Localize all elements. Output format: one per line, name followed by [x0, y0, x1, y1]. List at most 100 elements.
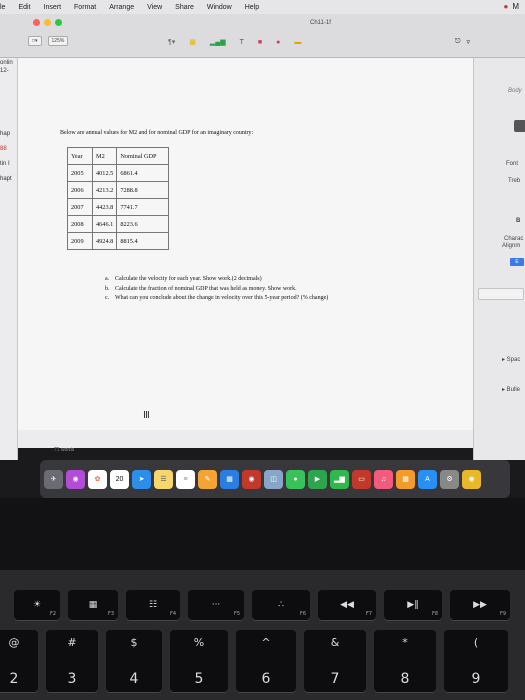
page-thumbnails-sidebar[interactable]: onlin 12- hap 88 tin I hapt: [0, 58, 18, 460]
window-controls: [33, 19, 62, 26]
format-panel-icon[interactable]: ▿: [467, 38, 471, 46]
word-count: 71 words: [54, 447, 74, 453]
table-cell[interactable]: 2008: [67, 215, 93, 233]
tv-icon[interactable]: ▭: [352, 469, 371, 489]
f3-key[interactable]: ▦ F3: [68, 590, 118, 620]
laptop-bezel: [0, 498, 525, 570]
question-number: b.: [105, 285, 110, 292]
menu-file[interactable]: le: [0, 4, 5, 11]
menu-help[interactable]: Help: [245, 4, 259, 11]
key-8[interactable]: * 8: [374, 630, 436, 692]
key-number: 8: [400, 671, 410, 687]
menu-window[interactable]: Window: [207, 4, 232, 11]
character-styles-label: Charac: [504, 236, 524, 242]
books-icon[interactable]: ▩: [396, 469, 415, 489]
key-4[interactable]: $ 4: [106, 630, 162, 692]
menu-share[interactable]: Share: [175, 4, 194, 11]
comment-icon[interactable]: ▬: [294, 39, 301, 46]
table-cell[interactable]: 7288.8: [116, 181, 170, 199]
f2-key[interactable]: ☀ F2: [14, 590, 60, 620]
table-cell[interactable]: 8223.6: [116, 215, 170, 233]
f7-key[interactable]: ◀◀ F7: [318, 590, 376, 620]
f5-key[interactable]: ··· F5: [188, 590, 244, 620]
bold-button[interactable]: B: [516, 218, 520, 224]
music-icon[interactable]: ♫: [374, 469, 393, 489]
reminders-icon[interactable]: ≡: [176, 469, 195, 489]
numbers-icon[interactable]: ▂▆: [330, 469, 349, 489]
menu-insert[interactable]: Insert: [44, 4, 62, 11]
table-cell[interactable]: 4423.8: [91, 198, 118, 216]
paragraph-style-label[interactable]: Body: [508, 88, 522, 94]
messages-icon[interactable]: ●: [286, 469, 305, 489]
menu-edit[interactable]: Edit: [18, 4, 30, 11]
zoom-select[interactable]: 125%: [47, 36, 69, 46]
key-7[interactable]: & 7: [304, 630, 366, 692]
table-header-cell: Year: [67, 147, 93, 165]
calendar-icon[interactable]: 20: [110, 469, 129, 489]
key-symbol: @: [8, 636, 20, 649]
key-2[interactable]: @ 2: [0, 630, 38, 692]
style-button[interactable]: [514, 120, 525, 132]
photo-booth-icon[interactable]: ◉: [242, 469, 261, 489]
table-cell[interactable]: 7741.7: [116, 198, 170, 216]
share-icon[interactable]: ⎋: [455, 38, 461, 46]
launchpad-icon[interactable]: ✈: [44, 469, 63, 489]
table-icon[interactable]: ▦: [189, 38, 196, 46]
shape-icon[interactable]: ■: [258, 39, 262, 46]
list-item: a. Calculate the velocity for each year.…: [105, 276, 405, 284]
app-store-icon[interactable]: A: [418, 469, 437, 489]
table-cell[interactable]: 4213.2: [91, 181, 118, 199]
key-label: F9: [499, 611, 506, 617]
preview-icon[interactable]: ◫: [264, 469, 283, 489]
menu-format[interactable]: Format: [74, 4, 96, 11]
siri-dock-icon[interactable]: ◉: [66, 469, 85, 489]
gdp-table[interactable]: Year M2 Nominal GDP 2005 4012.5 6861.4 2…: [67, 147, 170, 250]
spacing-section[interactable]: ▸ Spac: [502, 356, 520, 363]
table-cell[interactable]: 2005: [67, 164, 93, 182]
key-6[interactable]: ^ 6: [236, 630, 296, 692]
table-cell[interactable]: 4646.1: [91, 215, 118, 233]
view-button[interactable]: □▾: [28, 36, 42, 46]
keyboard-light-up-icon: ∴: [278, 600, 284, 610]
chart-icon[interactable]: ▂▄▆: [210, 38, 226, 46]
pages-icon[interactable]: ✎: [198, 469, 217, 489]
media-icon[interactable]: ●: [276, 39, 280, 46]
key-5[interactable]: % 5: [170, 630, 228, 692]
key-3[interactable]: # 3: [46, 630, 98, 692]
key-9[interactable]: ( 9: [444, 630, 508, 692]
table-cell[interactable]: 4924.8: [91, 232, 118, 250]
bullets-section[interactable]: ▸ Bulle: [502, 386, 520, 393]
facetime-icon[interactable]: ▶: [308, 469, 327, 489]
safari-icon[interactable]: ➤: [132, 469, 151, 489]
f6-key[interactable]: ∴ F6: [252, 590, 310, 620]
table-cell[interactable]: 2009: [67, 232, 93, 250]
photos-icon[interactable]: ✿: [88, 469, 107, 489]
close-window-button[interactable]: [33, 19, 40, 26]
minimize-window-button[interactable]: [44, 19, 51, 26]
f8-key[interactable]: ▶‖ F8: [384, 590, 442, 620]
table-cell[interactable]: 4012.5: [91, 164, 118, 182]
table-cell[interactable]: 2007: [67, 198, 93, 216]
f9-key[interactable]: ▶▶ F9: [450, 590, 510, 620]
system-preferences-icon[interactable]: ⚙: [440, 469, 459, 489]
zoom-window-button[interactable]: [55, 19, 62, 26]
notes-icon[interactable]: ☰: [154, 469, 173, 489]
status-bar: 71 words: [18, 430, 473, 453]
table-cell[interactable]: 6861.4: [116, 164, 170, 182]
menu-view[interactable]: View: [147, 4, 162, 11]
keynote-icon[interactable]: ▦: [220, 469, 239, 489]
table-cell[interactable]: 2006: [67, 181, 93, 199]
menu-arrange[interactable]: Arrange: [109, 4, 134, 11]
align-left-button[interactable]: E: [510, 258, 524, 266]
table-cell[interactable]: 8815.4: [116, 232, 170, 250]
pilcrow-icon[interactable]: ¶▾: [168, 38, 175, 46]
siri-icon[interactable]: ●: [503, 2, 508, 11]
text-icon[interactable]: T: [240, 39, 244, 46]
document-canvas[interactable]: Below are annual values for M2 and for n…: [18, 58, 473, 448]
table-header-row: Year M2 Nominal GDP: [67, 147, 170, 165]
chrome-icon[interactable]: ◉: [462, 469, 481, 489]
f4-key[interactable]: ☷ F4: [126, 590, 180, 620]
mail-icon[interactable]: M: [512, 2, 519, 11]
font-name-field[interactable]: Treb: [508, 178, 520, 184]
line-spacing-field[interactable]: [478, 288, 524, 300]
